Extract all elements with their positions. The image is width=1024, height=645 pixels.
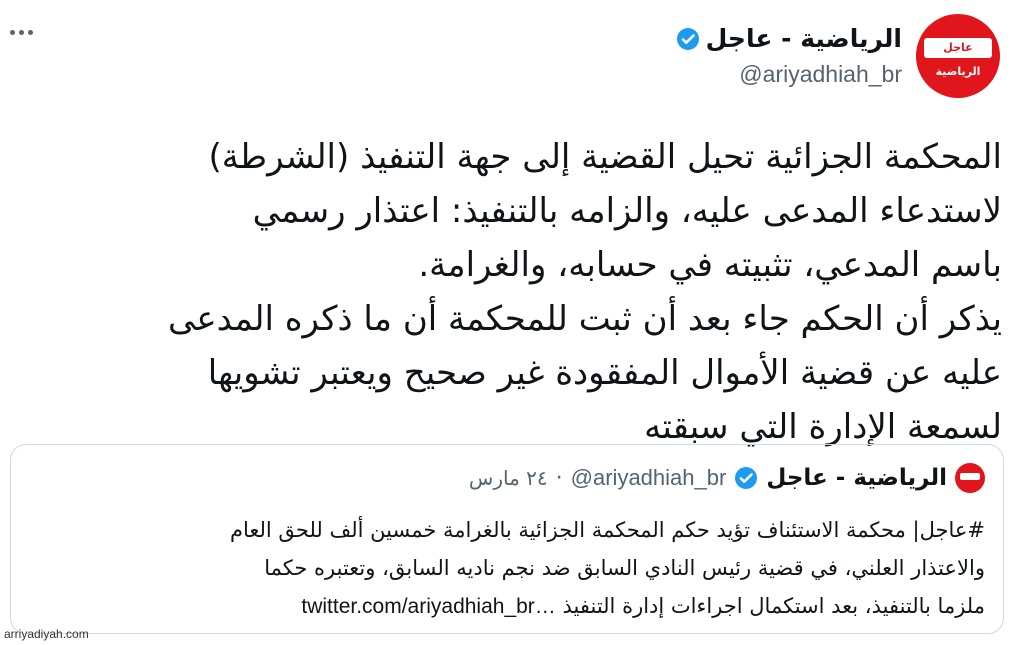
verified-badge-icon <box>676 27 699 50</box>
watermark: arriyadiyah.com <box>4 627 89 641</box>
author-handle[interactable]: @ariyadhiah_br <box>676 61 902 88</box>
quoted-tweet-date: ٢٤ مارس <box>468 466 548 490</box>
tweet-header: عاجل الرياضية الرياضية - عاجل @ariyadhia… <box>676 14 1000 98</box>
more-options-icon[interactable] <box>10 30 36 35</box>
avatar-bottom-text: الرياضية <box>935 65 981 78</box>
author-avatar[interactable]: عاجل الرياضية <box>916 14 1000 98</box>
quoted-author-avatar <box>955 463 985 493</box>
quoted-tweet-card[interactable]: الرياضية - عاجل @ariyadhiah_br · ٢٤ مارس… <box>10 444 1004 634</box>
author-names: الرياضية - عاجل @ariyadhiah_br <box>676 24 902 88</box>
quoted-author-handle: @ariyadhiah_br <box>570 465 727 490</box>
author-display-name[interactable]: الرياضية - عاجل <box>706 24 902 53</box>
quoted-author-name: الرياضية - عاجل <box>766 465 947 491</box>
quoted-tweet-body: #عاجل| محكمة الاستئناف تؤيد حكم المحكمة … <box>25 511 985 626</box>
verified-badge-icon <box>735 467 758 489</box>
tweet-body: المحكمة الجزائية تحيل القضية إلى جهة الت… <box>167 137 1002 447</box>
quoted-tweet-link[interactable]: twitter.com/ariyadhiah_br… <box>301 595 555 618</box>
avatar-top-text: عاجل <box>924 38 992 58</box>
separator-dot: · <box>555 465 563 491</box>
quoted-tweet-header: الرياضية - عاجل @ariyadhiah_br · ٢٤ مارس <box>469 463 985 493</box>
